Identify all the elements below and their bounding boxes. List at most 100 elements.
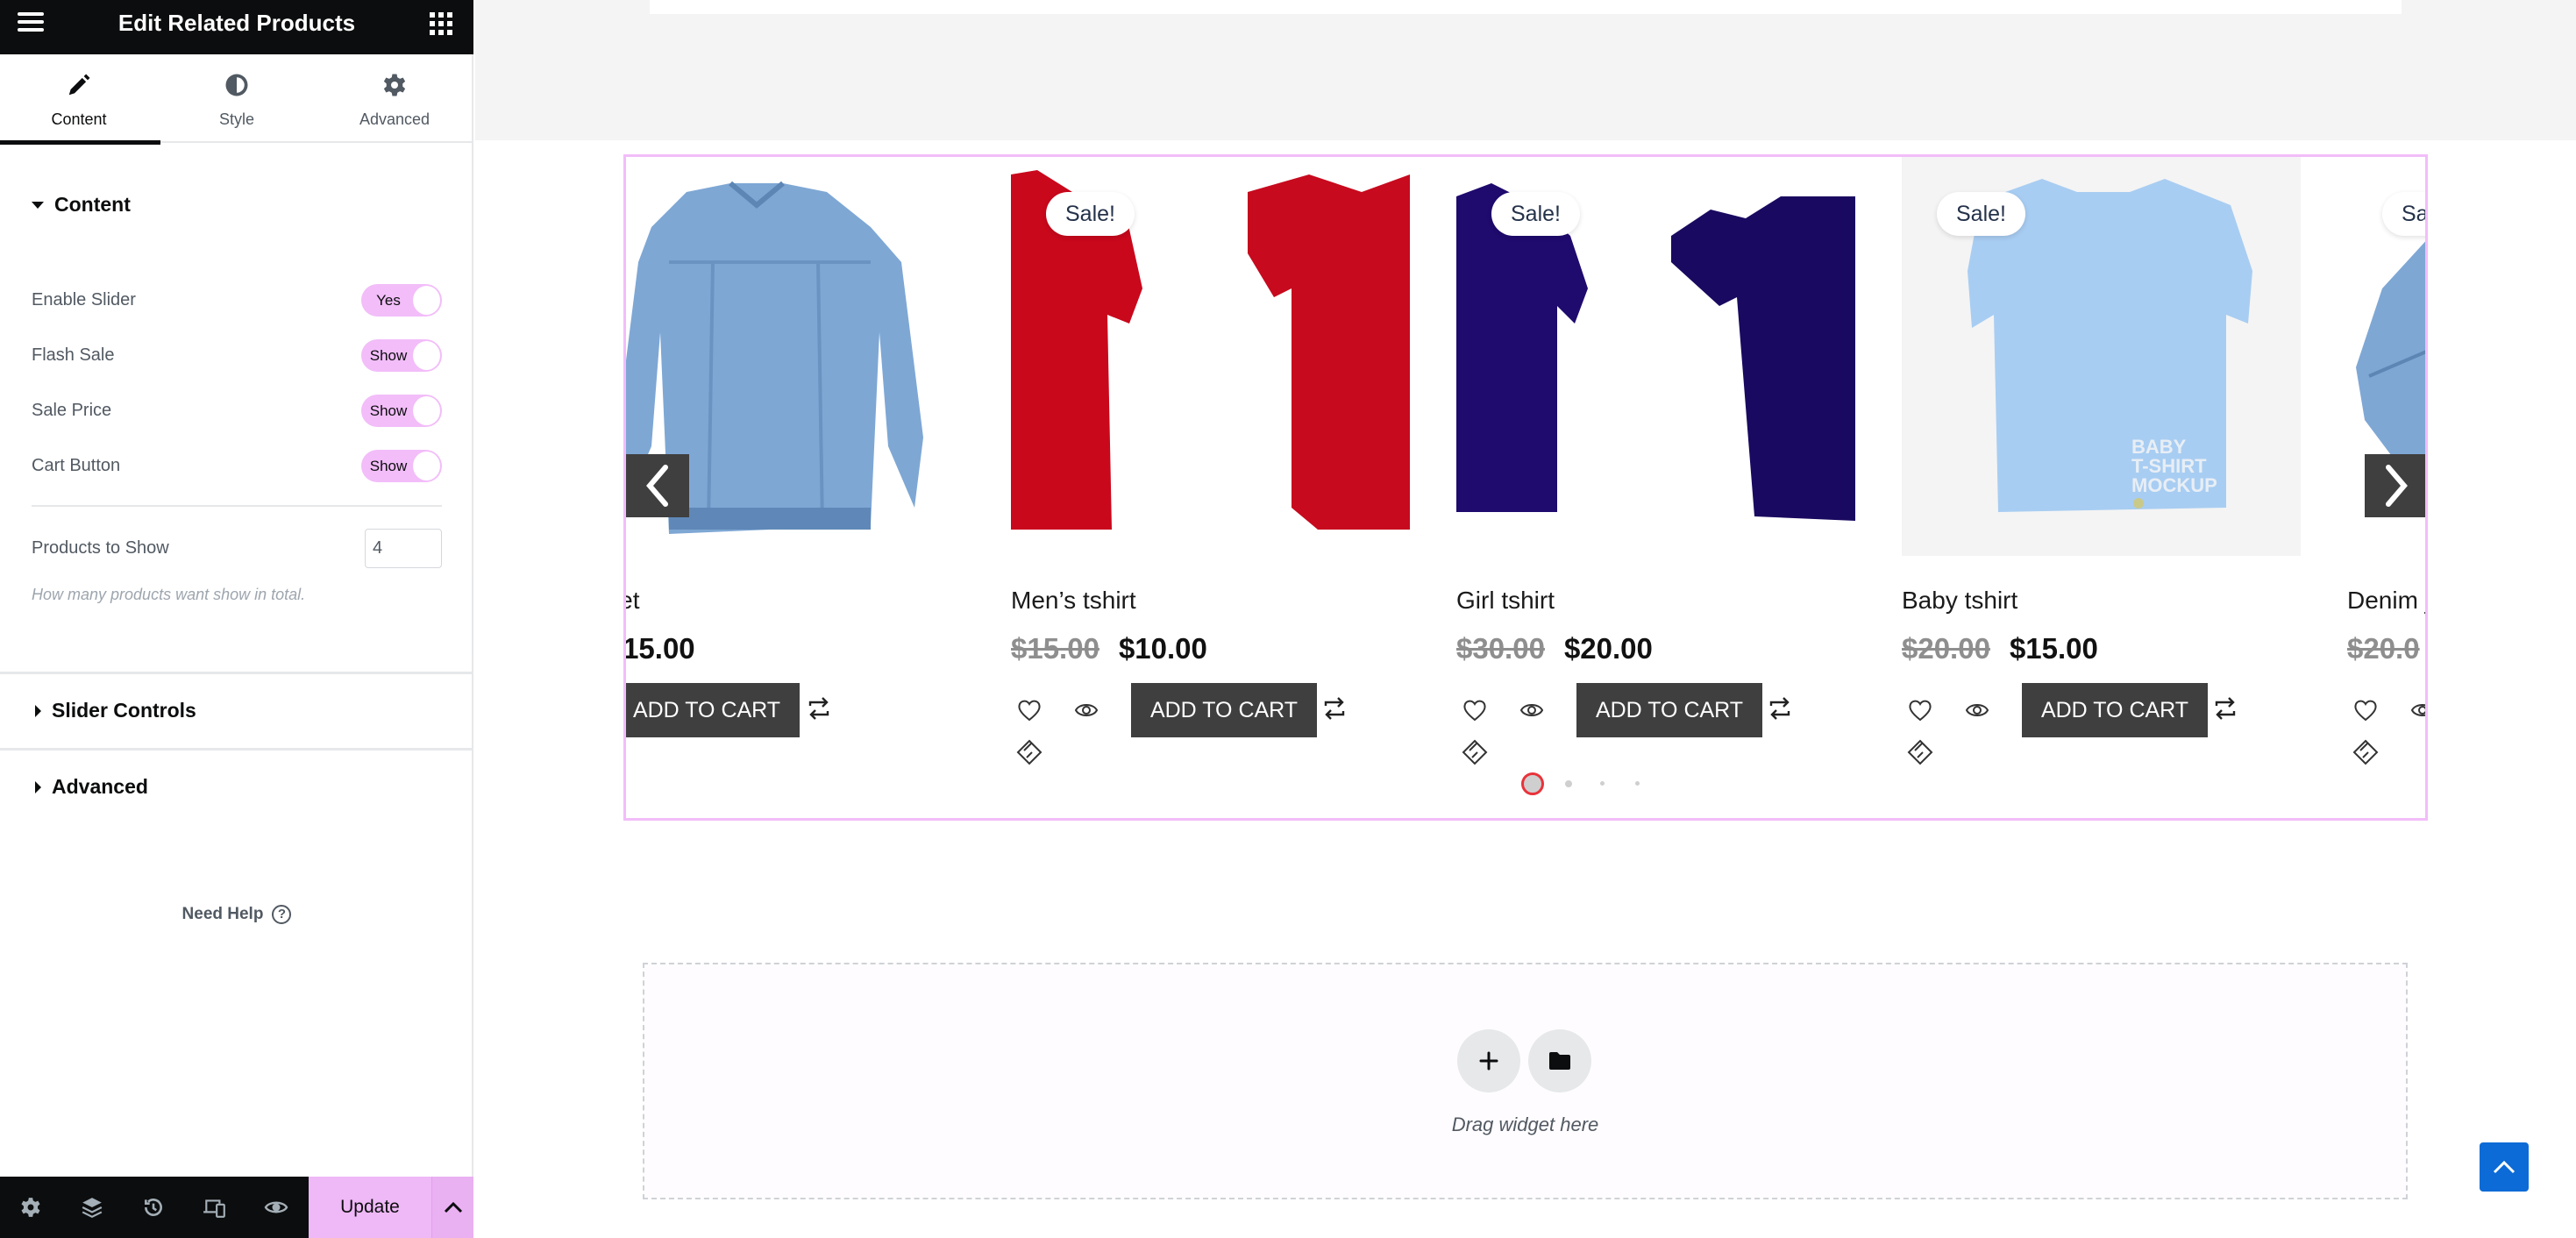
caret-right-icon [35,780,41,793]
panel-title: Edit Related Products [117,10,356,36]
flash-sale-toggle[interactable]: Show [361,338,442,372]
regular-price: $15.00 [1011,632,1099,665]
pagination-dot[interactable] [1600,781,1605,786]
control-products-to-show: Products to Show [32,529,442,568]
compare-icon[interactable] [804,694,834,723]
compare-icon[interactable] [1320,694,1349,723]
chevron-left-icon [646,465,668,507]
product-name[interactable]: Girl tshirt [1456,587,1555,615]
drop-zone-text: Drag widget here [1451,1113,1599,1135]
quick-view-eye-icon[interactable] [1517,695,1547,725]
need-help-link[interactable]: Need Help ? [0,905,473,924]
product-price: $30.00 $20.00 [1456,632,1653,665]
folder-icon [1549,1052,1570,1070]
add-to-cart-button[interactable]: ADD TO CART [1576,683,1762,737]
slider-next-button[interactable] [2365,454,2425,517]
add-template-button[interactable] [1528,1029,1591,1092]
products-to-show-help: How many products want show in total. [32,586,306,603]
section-advanced-toggle[interactable]: Advanced [32,775,148,799]
buy-now-card-icon[interactable] [2351,737,2380,767]
buy-now-card-icon[interactable] [1460,737,1490,767]
caret-down-icon [32,201,44,209]
history-icon[interactable] [123,1177,184,1238]
buy-now-card-icon[interactable] [1905,737,1935,767]
enable-slider-toggle[interactable]: Yes [361,283,442,317]
editor-panel: Edit Related Products Content Style Adva… [0,0,473,1238]
divider [32,505,442,507]
sale-badge: Sale! [1491,192,1580,236]
buy-now-card-icon[interactable] [1014,737,1044,767]
gear-icon [316,72,473,98]
apps-grid-icon[interactable] [430,12,452,35]
section-content-toggle[interactable]: Content [32,193,131,217]
compare-icon[interactable] [1765,694,1795,723]
product-name[interactable]: Denim j [2347,587,2425,615]
layers-icon[interactable] [61,1177,123,1238]
control-sale-price: Sale Price Show [32,393,442,428]
product-card: Sale! Girl tshirt $30.00 $20.00 ADD TO CA… [1456,157,1855,818]
panel-footer: Update [0,1177,473,1238]
caret-right-icon [35,704,41,717]
wishlist-heart-icon[interactable] [1014,695,1044,725]
tab-content[interactable]: Content [0,54,160,145]
section-slider-controls-toggle[interactable]: Slider Controls [32,699,196,722]
sale-price: $20.00 [1563,632,1653,665]
regular-price: $20.00 [1902,632,1990,665]
widget-drop-zone[interactable]: Drag widget here [643,963,2408,1199]
wishlist-heart-icon[interactable] [1460,695,1490,725]
slider-pagination [626,771,2425,797]
question-circle-icon: ? [272,905,292,924]
slider-prev-button[interactable] [626,454,689,517]
scroll-to-top-button[interactable] [2480,1142,2529,1192]
sale-badge: Sale! [1046,192,1135,236]
chevron-up-icon [2493,1160,2516,1174]
update-options-button[interactable] [431,1177,473,1238]
sale-badge: Sal [2382,192,2425,236]
section-divider [0,748,473,751]
pagination-dot-active[interactable] [1521,772,1544,795]
sale-price: $10.00 [1118,632,1207,665]
related-products-slider[interactable]: ale! n jacket 00$15.00 ADD TO CART [623,154,2428,821]
add-section-button[interactable] [1457,1029,1520,1092]
update-button[interactable]: Update [309,1177,431,1238]
product-name[interactable]: Men’s tshirt [1011,587,1136,615]
section-background [475,0,2576,140]
quick-view-eye-icon[interactable] [1071,695,1101,725]
quick-view-eye-icon[interactable] [2408,695,2425,725]
chevron-up-icon [444,1201,462,1213]
previous-section-bottom [650,0,2402,14]
compare-icon[interactable] [2210,694,2240,723]
pagination-dot[interactable] [1565,780,1572,787]
sale-price: $15.00 [623,632,695,665]
cart-button-toggle[interactable]: Show [361,449,442,482]
section-divider [0,672,473,674]
sale-price: $15.00 [2009,632,2098,665]
pencil-icon [0,72,158,98]
add-to-cart-button[interactable]: ADD TO CART [626,683,800,737]
sale-price-toggle[interactable]: Show [361,394,442,427]
product-name[interactable]: n jacket [626,587,640,615]
regular-price: $30.00 [1456,632,1545,665]
preview-eye-icon[interactable] [246,1177,307,1238]
add-to-cart-button[interactable]: ADD TO CART [2022,683,2208,737]
tab-style[interactable]: Style [158,54,316,143]
product-price: $20.00 $15.00 [1902,632,2098,665]
regular-price: $20.0 [2347,632,2420,665]
wishlist-heart-icon[interactable] [1905,695,1935,725]
products-to-show-input[interactable] [365,529,442,568]
add-to-cart-button[interactable]: ADD TO CART [1131,683,1317,737]
product-card: Sale! Men’s tshirt $15.00 $10.00 ADD TO C… [1011,157,1410,818]
control-flash-sale: Flash Sale Show [32,338,442,373]
product-price: $15.00 $10.00 [1011,632,1207,665]
product-name[interactable]: Baby tshirt [1902,587,2017,615]
tab-advanced[interactable]: Advanced [316,54,473,143]
quick-view-eye-icon[interactable] [1962,695,1992,725]
wishlist-heart-icon[interactable] [2351,695,2380,725]
svg-text:MOCKUP: MOCKUP [2131,474,2217,496]
responsive-icon[interactable] [184,1177,246,1238]
panel-tabs: Content Style Advanced [0,54,473,145]
page-preview: ale! n jacket 00$15.00 ADD TO CART [475,0,2576,1238]
panel-header: Edit Related Products [0,0,473,54]
pagination-dot[interactable] [1635,781,1640,786]
settings-icon[interactable] [0,1177,61,1238]
